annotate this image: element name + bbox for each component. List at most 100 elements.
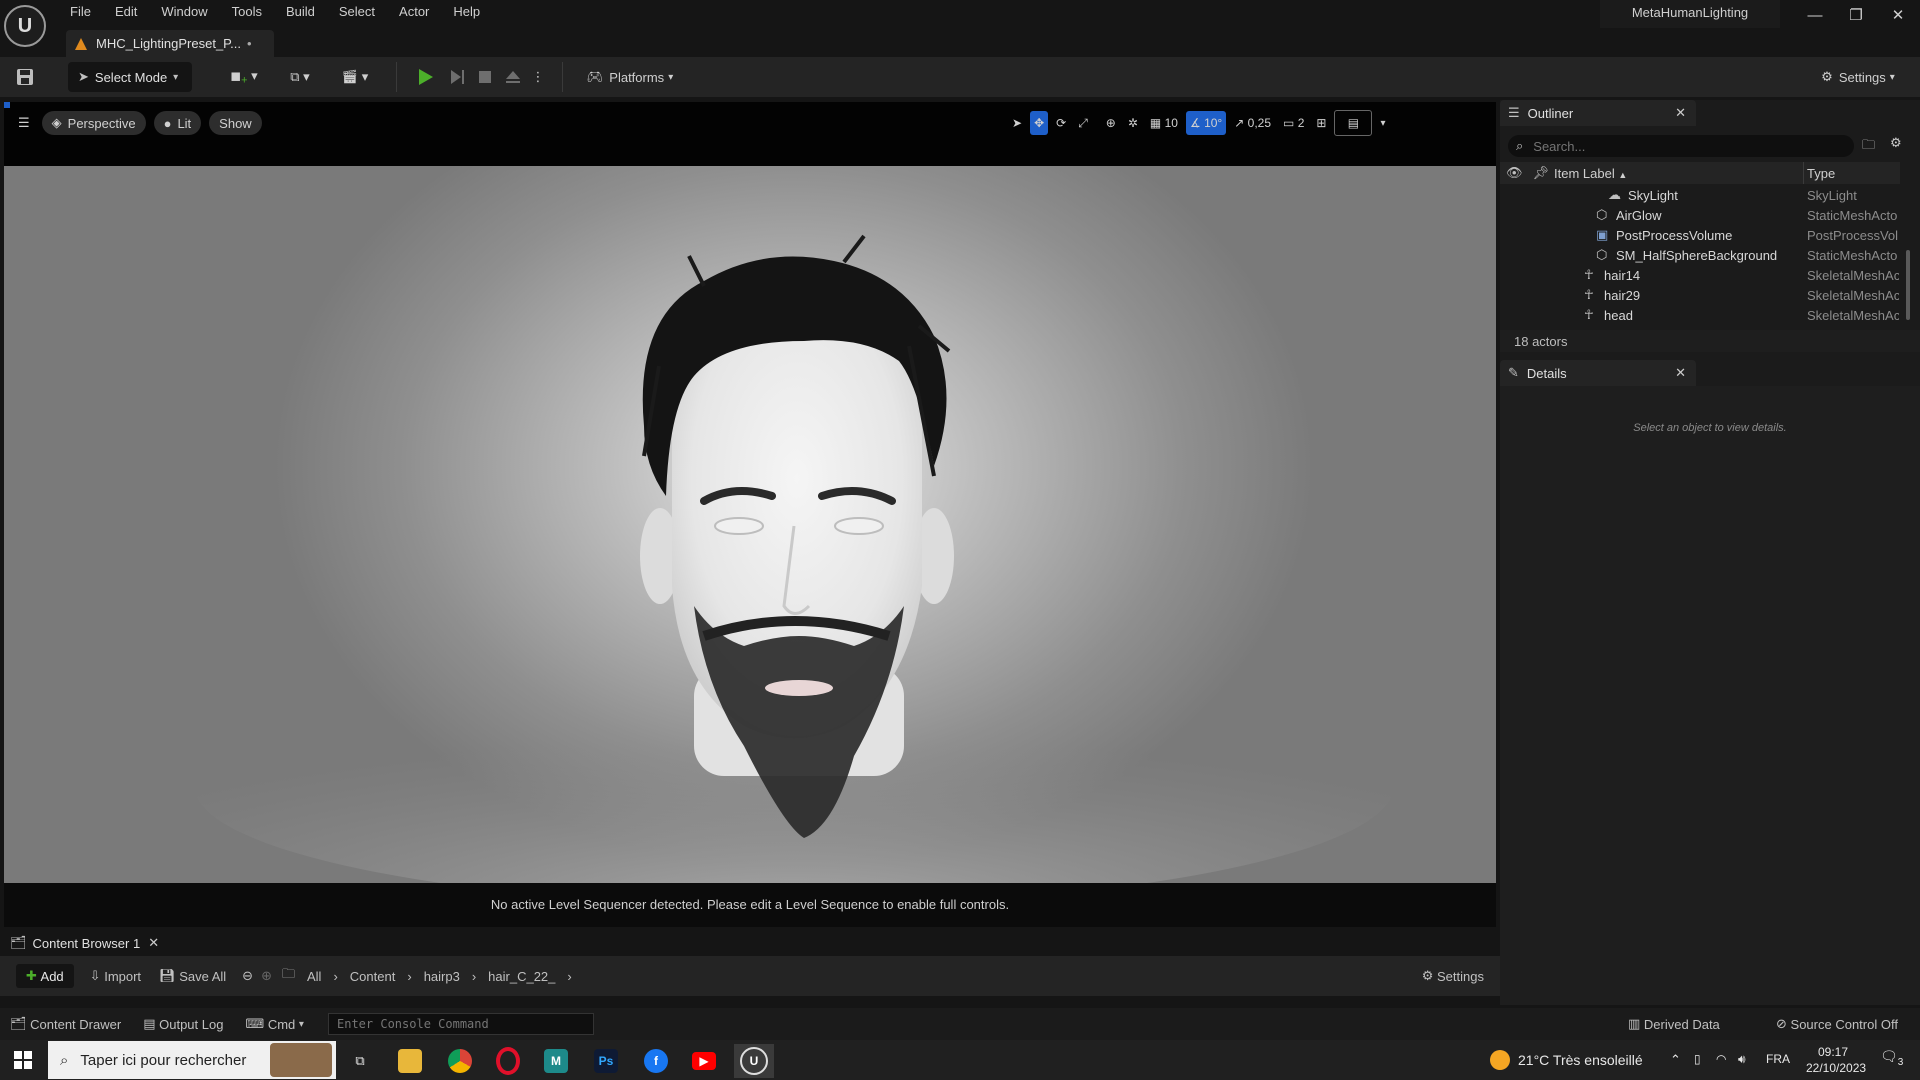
breadcrumb-all[interactable]: All — [307, 969, 321, 984]
show-hidden-icons-chevron-icon[interactable]: ⌃ — [1670, 1052, 1681, 1068]
content-browser-settings-button[interactable]: ⚙ Settings — [1422, 968, 1484, 984]
world-space-icon[interactable]: ⊕ — [1102, 111, 1120, 135]
import-button[interactable]: ⇩ Import — [90, 968, 141, 984]
notification-center-button[interactable]: 🗨︎3 — [1880, 1048, 1903, 1068]
opera-app[interactable] — [488, 1044, 528, 1078]
outliner-scrollbar[interactable] — [1906, 250, 1910, 320]
console-command-input[interactable] — [328, 1013, 594, 1035]
chevron-down-icon[interactable]: ▾ — [1376, 111, 1389, 135]
select-tool-icon[interactable]: ➤ — [1008, 111, 1026, 135]
outliner-search[interactable]: ⌕ — [1508, 135, 1854, 157]
advance-frame-button[interactable] — [444, 62, 470, 92]
breadcrumb-hair-c-22[interactable]: hair_C_22_ — [488, 969, 555, 984]
facebook-app[interactable]: f — [636, 1044, 676, 1078]
save-all-button[interactable]: 💾︎ Save All — [159, 968, 226, 984]
minimize-button[interactable]: — — [1795, 2, 1835, 30]
select-mode-dropdown[interactable]: ➤ Select Mode ▾ — [68, 62, 192, 92]
outliner-tab[interactable]: ☰ Outliner ✕ — [1500, 100, 1696, 126]
cinematics-button[interactable]: 🎬︎ ▾ — [335, 62, 375, 92]
cmd-dropdown[interactable]: ⌨ Cmd ▾ — [245, 1016, 304, 1032]
eject-button[interactable] — [500, 62, 526, 92]
show-button[interactable]: Show — [209, 111, 262, 135]
rotation-snap-button[interactable]: ∡ 10° — [1185, 111, 1227, 135]
unreal-engine-app[interactable]: U — [734, 1044, 774, 1078]
save-icon[interactable] — [12, 62, 38, 92]
restore-button[interactable]: ❐ — [1836, 2, 1876, 30]
outliner-row[interactable]: ⬡ SM_HalfSphereBackground StaticMeshActo — [1500, 245, 1900, 265]
rotate-tool-icon[interactable]: ⟳ — [1052, 111, 1070, 135]
menu-select[interactable]: Select — [327, 0, 387, 24]
close-icon[interactable]: ✕ — [1675, 105, 1686, 121]
menu-edit[interactable]: Edit — [103, 0, 149, 24]
camera-speed-button[interactable]: ▭ 2 — [1279, 111, 1308, 135]
photoshop-app[interactable]: Ps — [586, 1044, 626, 1078]
metahuman-app[interactable]: M — [536, 1044, 576, 1078]
pin-icon[interactable]: 📌︎ — [1533, 165, 1550, 181]
type-header[interactable]: Type — [1807, 166, 1835, 181]
outliner-row[interactable]: ⬡ AirGlow StaticMeshActo — [1500, 205, 1900, 225]
input-language[interactable]: FRA — [1766, 1052, 1790, 1066]
battery-icon[interactable]: ▯ — [1694, 1052, 1701, 1066]
add-content-button[interactable]: ◼+ ▾ — [224, 62, 264, 92]
scale-tool-icon[interactable]: ⤢ — [1074, 111, 1092, 135]
layout-icon[interactable]: ▤ — [1334, 110, 1373, 136]
scale-snap-button[interactable]: ↗ 0,25 — [1230, 111, 1275, 135]
viewport-menu-button[interactable]: ☰ — [14, 111, 34, 135]
content-drawer-button[interactable]: 🗂︎ Content Drawer — [10, 1016, 121, 1032]
menu-file[interactable]: File — [58, 0, 103, 24]
add-folder-icon[interactable]: 🗀︎ — [1862, 136, 1875, 158]
network-icon[interactable]: ◠ — [1716, 1052, 1726, 1066]
details-tab[interactable]: ✎ Details ✕ — [1500, 360, 1696, 386]
maximize-viewport-icon[interactable]: ⊞ — [1312, 111, 1330, 135]
outliner-row[interactable]: ☁ SkyLight SkyLight — [1500, 185, 1900, 205]
add-button[interactable]: ✚ Add — [16, 964, 74, 988]
outliner-row[interactable]: ☥ hair14 SkeletalMeshAc — [1500, 265, 1900, 285]
viewport-scene[interactable] — [4, 166, 1496, 883]
outliner-row[interactable]: ☥ hair29 SkeletalMeshAc — [1500, 285, 1900, 305]
volume-icon[interactable]: 🔊︎ — [1738, 1052, 1746, 1067]
platforms-dropdown[interactable]: 🎮︎ Platforms ▾ — [580, 62, 680, 92]
menu-actor[interactable]: Actor — [387, 0, 441, 24]
play-options-button[interactable]: ⋮ — [528, 62, 548, 92]
derived-data-button[interactable]: ▥ Derived Data — [1628, 1016, 1720, 1032]
file-explorer-app[interactable] — [390, 1044, 430, 1078]
document-tab[interactable]: MHC_LightingPreset_P... • — [66, 30, 274, 57]
content-browser-tab[interactable]: Content Browser 1 — [33, 936, 141, 951]
chrome-app[interactable] — [440, 1044, 480, 1078]
breadcrumb-content[interactable]: Content — [350, 969, 396, 984]
output-log-button[interactable]: ▤ Output Log — [143, 1016, 223, 1032]
translate-tool-icon[interactable]: ✥ — [1030, 111, 1049, 135]
metahuman-head-render — [194, 234, 1394, 883]
youtube-app[interactable]: ▶ — [684, 1044, 724, 1078]
menu-tools[interactable]: Tools — [220, 0, 274, 24]
blueprint-button[interactable]: ⧉ ▾ — [280, 62, 320, 92]
windows-start-button[interactable] — [8, 1046, 38, 1074]
close-window-button[interactable]: ✕ — [1878, 2, 1918, 30]
close-icon[interactable]: ✕ — [148, 935, 159, 951]
surface-snap-icon[interactable]: ✲ — [1124, 111, 1142, 135]
weather-widget[interactable]: 21°C Très ensoleillé — [1490, 1050, 1643, 1070]
taskbar-search-box[interactable]: ⌕ Taper ici pour rechercher — [48, 1041, 336, 1079]
gear-icon[interactable]: ⚙ — [1890, 135, 1902, 151]
history-back-icon[interactable]: ⊖ — [242, 968, 253, 984]
menu-help[interactable]: Help — [441, 0, 492, 24]
menu-window[interactable]: Window — [149, 0, 219, 24]
close-icon[interactable]: ✕ — [1675, 365, 1686, 381]
source-control-button[interactable]: ⊘ Source Control Off — [1776, 1016, 1898, 1032]
item-label-header[interactable]: Item Label ▲ — [1554, 166, 1627, 181]
clock[interactable]: 09:17 22/10/2023 — [1806, 1044, 1866, 1076]
task-view-button[interactable]: ⧉ — [340, 1044, 380, 1078]
history-forward-icon[interactable]: ⊕ — [261, 968, 272, 984]
lit-button[interactable]: ● Lit — [153, 111, 202, 135]
grid-snap-button[interactable]: ▦ 10 — [1146, 111, 1182, 135]
outliner-row[interactable]: ▣ PostProcessVolume PostProcessVol — [1500, 225, 1900, 245]
visibility-eye-icon[interactable]: 👁︎ — [1506, 165, 1523, 181]
outliner-search-input[interactable] — [1531, 137, 1836, 155]
play-button[interactable] — [412, 62, 438, 92]
perspective-button[interactable]: ◈ Perspective — [41, 111, 146, 135]
toolbar-settings-button[interactable]: ⚙ Settings ▾ — [1810, 62, 1906, 92]
outliner-row[interactable]: ☥ head SkeletalMeshAc — [1500, 305, 1900, 325]
stop-button[interactable] — [472, 62, 498, 92]
menu-build[interactable]: Build — [274, 0, 327, 24]
breadcrumb-hairp3[interactable]: hairp3 — [424, 969, 460, 984]
